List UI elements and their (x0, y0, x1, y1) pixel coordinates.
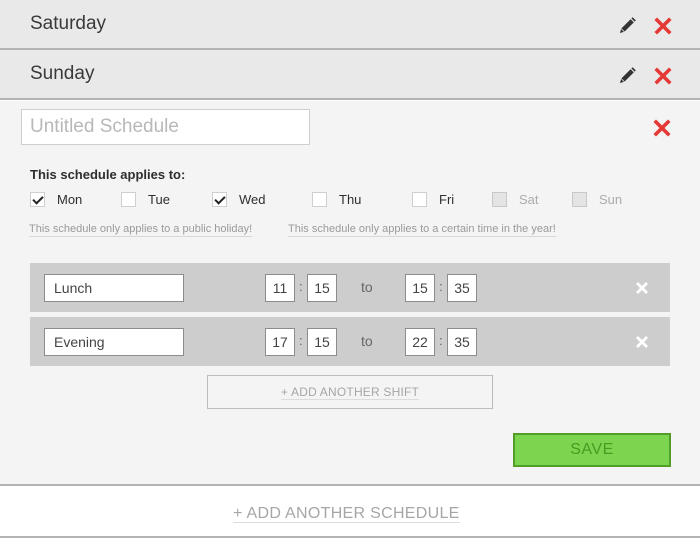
day-label: Sat (519, 191, 539, 207)
day-label: Sun (599, 191, 623, 207)
to-label: to (361, 333, 373, 349)
start-minute-input[interactable] (307, 328, 337, 356)
end-hour-input[interactable] (405, 274, 435, 302)
time-of-year-link[interactable]: This schedule only applies to a certain … (288, 222, 556, 237)
checkbox (492, 191, 507, 207)
pencil-icon[interactable] (617, 66, 637, 86)
public-holiday-link[interactable]: This schedule only applies to a public h… (29, 222, 253, 237)
day-checkbox-thu[interactable]: Thu (312, 191, 361, 207)
remove-shift-icon[interactable] (636, 282, 648, 294)
remove-shift-icon[interactable] (636, 336, 648, 348)
day-checkbox-group: Mon Tue Wed Thu Fri Sat Sun (30, 191, 670, 209)
end-minute-input[interactable] (447, 328, 477, 356)
checkbox (572, 191, 587, 207)
pencil-icon[interactable] (617, 16, 637, 36)
add-shift-button[interactable]: + ADD ANOTHER SHIFT (207, 375, 493, 409)
delete-icon[interactable] (654, 17, 672, 35)
checkbox[interactable] (30, 191, 45, 207)
day-checkbox-wed[interactable]: Wed (212, 191, 266, 207)
day-checkbox-sun: Sun (572, 191, 622, 207)
end-minute-input[interactable] (447, 274, 477, 302)
add-schedule-row: + ADD ANOTHER SCHEDULE (0, 488, 700, 538)
shift-name-input[interactable] (44, 274, 184, 302)
shift-row: : to : (30, 317, 670, 366)
shift-name-input[interactable] (44, 328, 184, 356)
time-separator: : (439, 279, 443, 294)
schedule-row-title: Sunday (30, 63, 95, 84)
add-schedule-link[interactable]: + ADD ANOTHER SCHEDULE (233, 505, 460, 523)
day-label: Wed (239, 191, 266, 207)
delete-icon[interactable] (654, 67, 672, 85)
applies-to-label: This schedule applies to: (30, 167, 186, 182)
day-label: Thu (339, 191, 362, 207)
day-checkbox-tue[interactable]: Tue (121, 191, 170, 207)
start-minute-input[interactable] (307, 274, 337, 302)
shift-row: : to : (30, 263, 670, 312)
start-hour-input[interactable] (265, 274, 295, 302)
day-label: Fri (439, 191, 455, 207)
day-checkbox-fri[interactable]: Fri (412, 191, 454, 207)
delete-schedule-icon[interactable] (653, 119, 671, 137)
end-hour-input[interactable] (405, 328, 435, 356)
to-label: to (361, 279, 373, 295)
checkbox[interactable] (212, 191, 227, 207)
day-checkbox-sat: Sat (492, 191, 539, 207)
schedule-row-title: Saturday (30, 13, 107, 34)
schedule-row-saturday[interactable]: Saturday (0, 0, 700, 50)
checkbox[interactable] (312, 191, 327, 207)
add-shift-label: + ADD ANOTHER SHIFT (280, 385, 420, 400)
day-label: Mon (57, 191, 83, 207)
checkbox[interactable] (412, 191, 427, 207)
time-separator: : (299, 279, 303, 294)
start-hour-input[interactable] (265, 328, 295, 356)
schedule-editor: This schedule applies to: Mon Tue Wed Th… (0, 101, 700, 486)
schedule-row-sunday[interactable]: Sunday (0, 50, 700, 100)
time-separator: : (439, 333, 443, 348)
schedule-title-input[interactable] (21, 109, 310, 145)
day-checkbox-mon[interactable]: Mon (30, 191, 82, 207)
day-label: Tue (148, 191, 170, 207)
save-button[interactable]: SAVE (513, 433, 671, 467)
checkbox[interactable] (121, 191, 136, 207)
time-separator: : (299, 333, 303, 348)
